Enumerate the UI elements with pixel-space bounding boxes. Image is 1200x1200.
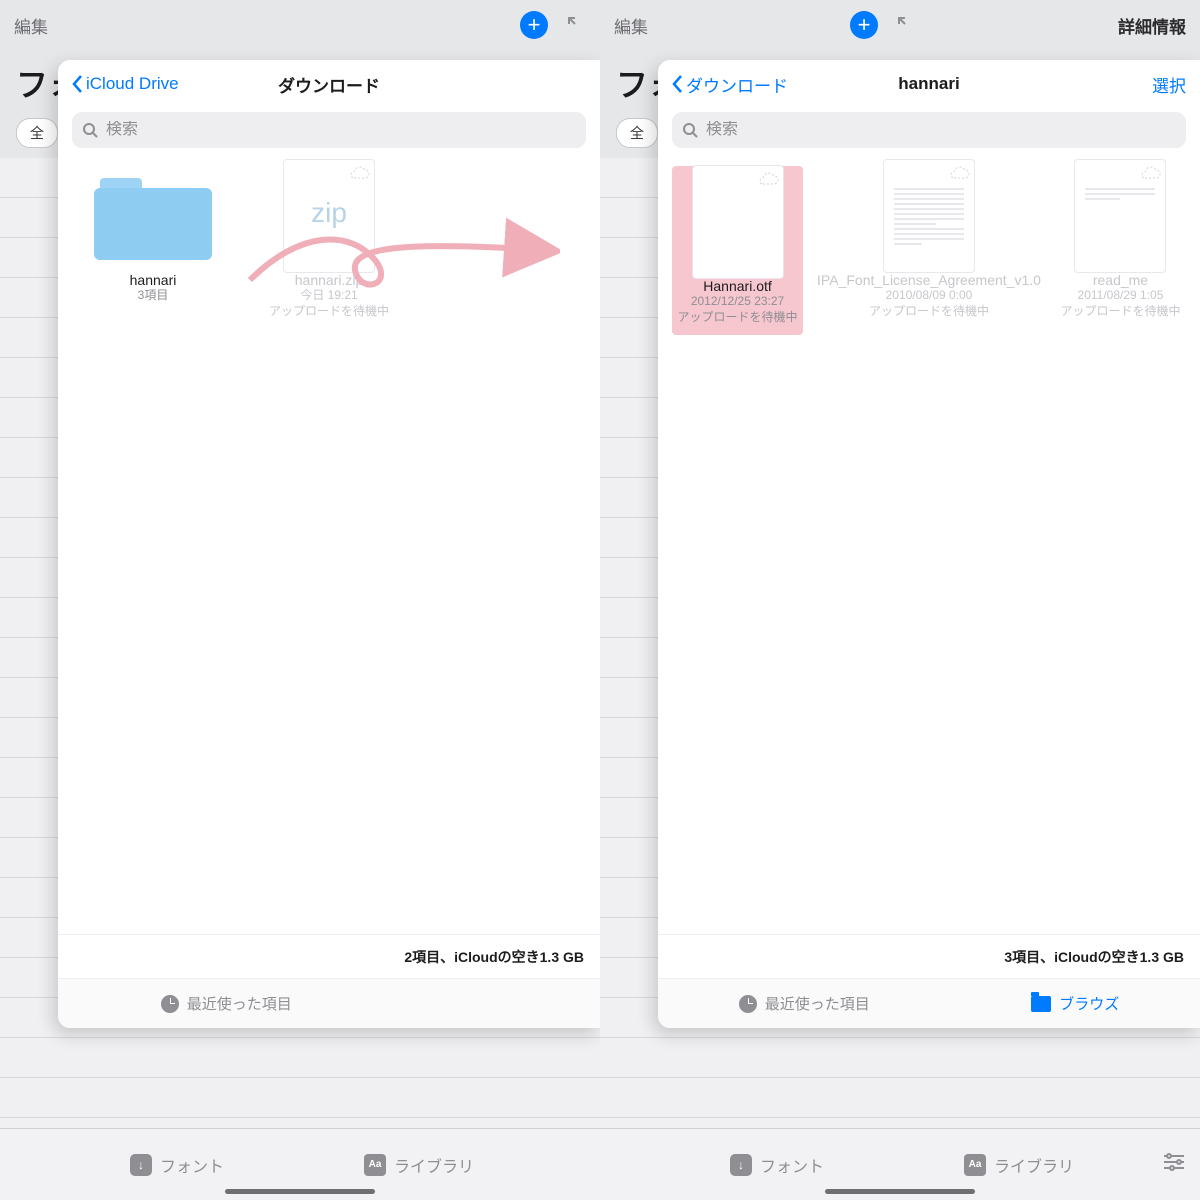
item-sub2: アップロードを待機中 bbox=[1060, 304, 1180, 320]
search-input[interactable] bbox=[106, 121, 576, 139]
search-bar[interactable] bbox=[672, 112, 1186, 148]
storage-status: 2項目、iCloudの空き1.3 GB bbox=[58, 934, 600, 978]
cloud-icon bbox=[757, 170, 779, 191]
tab-label: 最近使った項目 bbox=[765, 993, 870, 1014]
tab-label: 最近使った項目 bbox=[187, 993, 292, 1014]
expand-icon[interactable] bbox=[896, 15, 916, 35]
document-icon bbox=[692, 165, 784, 279]
bottom-tab-library[interactable]: ライブラリ bbox=[964, 1153, 1074, 1177]
bottom-tab-label: ライブラリ bbox=[394, 1153, 474, 1177]
screen-left: 編集 + フォ 全 iCloud Drive ダウンロード bbox=[0, 0, 600, 1200]
back-label: ダウンロード bbox=[686, 72, 788, 97]
cloud-icon bbox=[948, 164, 970, 185]
folder-icon bbox=[94, 172, 212, 260]
file-item-highlighted[interactable]: Hannari.otf 2012/12/25 23:27 アップロードを待機中 bbox=[672, 166, 803, 335]
zip-label-annotation: zip bbox=[311, 197, 347, 229]
item-sub: 3項目 bbox=[138, 288, 169, 304]
sheet-tabbar: 最近使った項目 bbox=[58, 978, 600, 1028]
files-sheet-left: iCloud Drive ダウンロード hannari 3項目 bbox=[58, 60, 600, 1028]
bottom-tab-fonts[interactable]: ↓ フォント bbox=[730, 1153, 824, 1177]
details-label[interactable]: 詳細情報 bbox=[1118, 13, 1186, 38]
file-item[interactable]: IPA_Font_License_Agreement_v1.0 2010/08/… bbox=[817, 166, 1041, 335]
item-sub2: アップロードを待機中 bbox=[678, 310, 798, 326]
edit-button[interactable]: 編集 bbox=[14, 13, 48, 38]
bottom-tab-label: フォント bbox=[760, 1153, 824, 1177]
item-sub: 2011/08/29 1:05 bbox=[1078, 288, 1164, 304]
zip-item[interactable]: zip hannari.zip 今日 19:21 アップロードを待機中 bbox=[248, 166, 410, 319]
item-sub: 今日 19:21 bbox=[300, 288, 357, 304]
library-icon bbox=[364, 1154, 386, 1176]
item-name: hannari bbox=[130, 272, 177, 288]
folder-icon bbox=[1031, 996, 1051, 1012]
item-sub: 2010/08/09 0:00 bbox=[886, 288, 973, 304]
bottom-tab-label: フォント bbox=[160, 1153, 224, 1177]
search-input[interactable] bbox=[706, 121, 1176, 139]
item-name: Hannari.otf bbox=[703, 278, 771, 294]
document-icon bbox=[1074, 159, 1166, 273]
search-icon bbox=[82, 122, 98, 138]
search-icon bbox=[682, 122, 698, 138]
back-label: iCloud Drive bbox=[86, 74, 179, 94]
sheet-header: iCloud Drive ダウンロード bbox=[58, 60, 600, 108]
document-icon bbox=[883, 159, 975, 273]
cloud-icon bbox=[1139, 164, 1161, 185]
background-topbar: 編集 + 詳細情報 bbox=[600, 0, 1200, 50]
file-grid: hannari 3項目 zip hannari.zip 今日 19:21 bbox=[58, 158, 600, 934]
search-bar[interactable] bbox=[72, 112, 586, 148]
bottom-tab-library[interactable]: ライブラリ bbox=[364, 1153, 474, 1177]
select-button[interactable]: 選択 bbox=[1152, 72, 1186, 97]
add-button[interactable]: + bbox=[520, 11, 548, 39]
storage-status: 3項目、iCloudの空き1.3 GB bbox=[658, 934, 1200, 978]
item-sub2: アップロードを待機中 bbox=[869, 304, 989, 320]
edit-button[interactable]: 編集 bbox=[614, 13, 648, 38]
screen-right: 編集 + 詳細情報 フォ 全 ダウンロード hannari 選択 bbox=[600, 0, 1200, 1200]
files-sheet-right: ダウンロード hannari 選択 Hannari.otf 2012/12 bbox=[658, 60, 1200, 1028]
bottom-tab-label: ライブラリ bbox=[994, 1153, 1074, 1177]
tab-recent[interactable]: 最近使った項目 bbox=[739, 993, 870, 1014]
clock-icon bbox=[739, 995, 757, 1013]
download-icon: ↓ bbox=[130, 1154, 152, 1176]
folder-item[interactable]: hannari 3項目 bbox=[72, 166, 234, 319]
background-chip[interactable]: 全 bbox=[616, 118, 658, 148]
item-sub: 2012/12/25 23:27 bbox=[691, 294, 784, 310]
item-name: IPA_Font_License_Agreement_v1.0 bbox=[817, 272, 1041, 288]
item-name: hannari.zip bbox=[295, 272, 364, 288]
bottom-tab-fonts[interactable]: ↓ フォント bbox=[130, 1153, 224, 1177]
tab-recent[interactable]: 最近使った項目 bbox=[161, 993, 292, 1014]
back-button[interactable]: ダウンロード bbox=[672, 72, 788, 97]
sliders-icon[interactable] bbox=[1162, 1152, 1186, 1177]
tab-label: ブラウズ bbox=[1059, 993, 1119, 1014]
home-indicator bbox=[825, 1189, 975, 1194]
file-grid: Hannari.otf 2012/12/25 23:27 アップロードを待機中 … bbox=[658, 158, 1200, 934]
expand-icon[interactable] bbox=[566, 15, 586, 35]
file-item[interactable]: read_me 2011/08/29 1:05 アップロードを待機中 bbox=[1055, 166, 1186, 335]
tab-browse[interactable]: ブラウズ bbox=[1031, 993, 1119, 1014]
sheet-tabbar: 最近使った項目 ブラウズ bbox=[658, 978, 1200, 1028]
item-sub2: アップロードを待機中 bbox=[269, 304, 389, 320]
add-button[interactable]: + bbox=[850, 11, 878, 39]
clock-icon bbox=[161, 995, 179, 1013]
sheet-header: ダウンロード hannari 選択 bbox=[658, 60, 1200, 108]
background-chip[interactable]: 全 bbox=[16, 118, 58, 148]
cloud-icon bbox=[348, 164, 370, 185]
download-icon: ↓ bbox=[730, 1154, 752, 1176]
background-topbar: 編集 + bbox=[0, 0, 600, 50]
home-indicator bbox=[225, 1189, 375, 1194]
back-button[interactable]: iCloud Drive bbox=[72, 74, 179, 94]
library-icon bbox=[964, 1154, 986, 1176]
item-name: read_me bbox=[1093, 272, 1148, 288]
